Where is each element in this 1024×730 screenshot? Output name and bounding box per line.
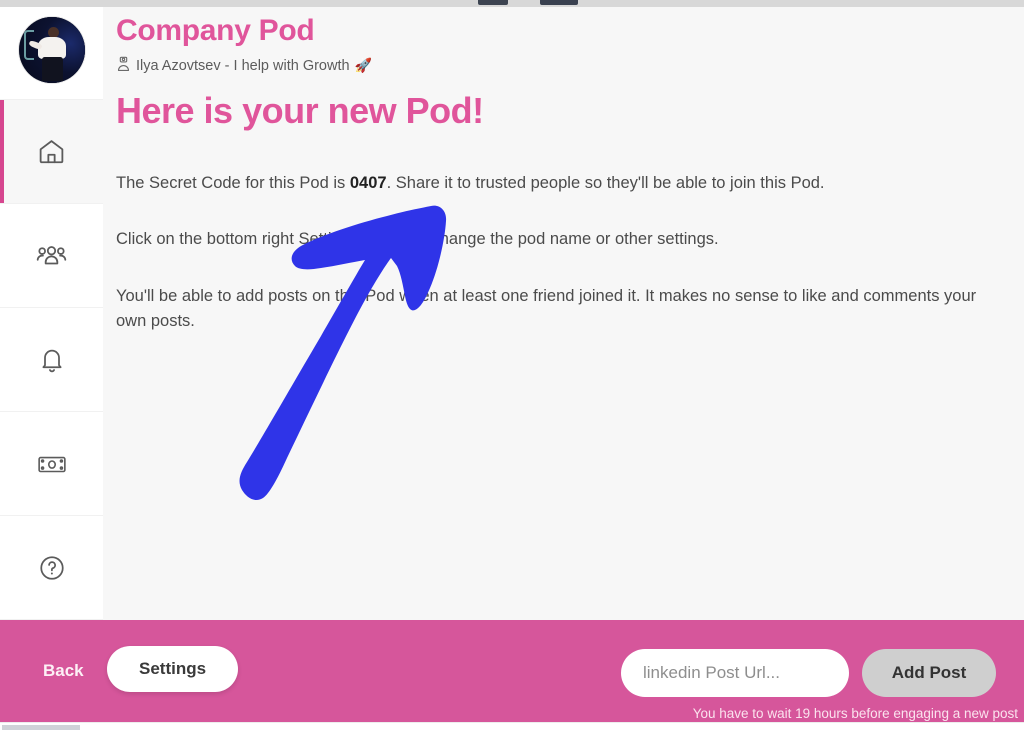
browser-chrome-strip	[0, 0, 1024, 7]
sidebar	[0, 0, 103, 620]
avatar-torso	[38, 36, 67, 60]
avatar-legs	[41, 57, 63, 82]
headline: Here is your new Pod!	[116, 89, 484, 131]
sidebar-item-home[interactable]	[0, 100, 103, 204]
sidebar-item-billing[interactable]	[0, 412, 103, 516]
sidebar-item-members[interactable]	[0, 204, 103, 308]
sidebar-avatar-cell[interactable]	[0, 0, 103, 100]
taskbar-chip	[2, 725, 80, 730]
people-group-icon	[36, 240, 67, 271]
browser-tab[interactable]	[540, 0, 578, 5]
post-url-input[interactable]	[621, 649, 849, 697]
paragraph-settings-hint: Click on the bottom right Settings butto…	[116, 230, 719, 249]
secret-code-text-after: . Share it to trusted people so they'll …	[386, 173, 825, 192]
settings-button[interactable]: Settings	[107, 646, 239, 692]
help-circle-icon	[38, 554, 66, 582]
bell-icon	[38, 346, 66, 374]
avatar[interactable]	[18, 16, 85, 83]
paragraph-add-posts-hint: You'll be able to add posts on this Pod …	[116, 286, 977, 331]
page-title: Company Pod	[116, 14, 315, 47]
pod-owner-text: Ilya Azovtsev - I help with Growth	[136, 57, 350, 74]
rocket-icon: 🚀	[354, 57, 372, 73]
add-post-button[interactable]: Add Post	[862, 649, 996, 697]
pod-owner-line: Ilya Azovtsev - I help with Growth 🚀	[116, 56, 1024, 76]
back-button[interactable]: Back	[43, 661, 84, 681]
app-window: Company Pod Ilya Azovtsev - I help with …	[0, 0, 1024, 730]
secret-code-value: 0407	[349, 173, 387, 192]
home-icon	[37, 137, 66, 166]
main-content: Company Pod Ilya Azovtsev - I help with …	[103, 0, 1024, 620]
bottom-action-bar: Back Settings Add Post You have to wait …	[0, 620, 1024, 722]
browser-tab[interactable]	[478, 0, 508, 5]
user-badge-icon	[116, 56, 131, 76]
wait-warning-text: You have to wait 19 hours before engagin…	[692, 706, 1018, 721]
page-bottom-chrome	[0, 722, 1024, 730]
secret-code-text-before: The Secret Code for this Pod is	[116, 173, 350, 192]
banknote-icon	[37, 449, 67, 479]
sidebar-item-help[interactable]	[0, 516, 103, 620]
paragraph-secret-code: The Secret Code for this Pod is 0407. Sh…	[116, 171, 1001, 197]
sidebar-item-notifications[interactable]	[0, 308, 103, 412]
